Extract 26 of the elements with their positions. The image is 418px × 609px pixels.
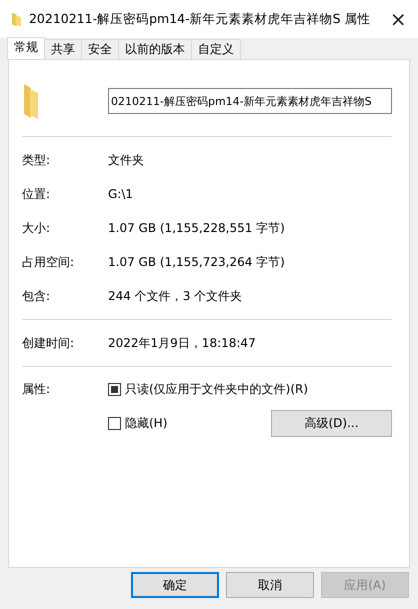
field-value: 2022年1月9日，18:18:47 bbox=[108, 334, 256, 352]
checkbox[interactable] bbox=[108, 383, 121, 396]
field-value: 文件夹 bbox=[108, 152, 144, 168]
checkbox[interactable] bbox=[108, 417, 121, 430]
dialog-button[interactable]: 取消 bbox=[226, 572, 314, 598]
field-label: 类型: bbox=[22, 152, 52, 168]
field-label: 位置: bbox=[22, 186, 52, 202]
field-label: 大小: bbox=[22, 220, 52, 236]
close-button[interactable]: × bbox=[378, 7, 418, 31]
field-value: 244 个文件，3 个文件夹 bbox=[108, 288, 242, 304]
dialog-button[interactable]: 确定 bbox=[131, 572, 219, 598]
field-label: 占用空间: bbox=[22, 254, 76, 270]
tab[interactable]: 自定义 bbox=[191, 39, 241, 59]
field-value: 1.07 GB (1,155,723,264 字节) bbox=[108, 254, 285, 270]
folder-icon bbox=[12, 11, 21, 27]
advanced-button[interactable]: 高级(D)... bbox=[271, 410, 392, 437]
field-value: G:\1 bbox=[108, 187, 134, 201]
name-field[interactable]: 0210211-解压密码pm14-新年元素素材虎年吉祥物S bbox=[108, 88, 392, 114]
field-label: 创建时间: bbox=[22, 334, 76, 352]
window-title: 20210211-解压密码pm14-新年元素素材虎年吉祥物S 属性 bbox=[28, 10, 371, 28]
field-label: 包含: bbox=[22, 288, 52, 304]
field-label: 属性: bbox=[22, 381, 52, 398]
checkbox-label[interactable]: 隐藏(H) bbox=[125, 415, 168, 432]
tab[interactable]: 常规 bbox=[7, 37, 45, 59]
checkbox-label[interactable]: 只读(仅应用于文件夹中的文件)(R) bbox=[125, 381, 308, 398]
field-value: 1.07 GB (1,155,228,551 字节) bbox=[108, 220, 285, 236]
